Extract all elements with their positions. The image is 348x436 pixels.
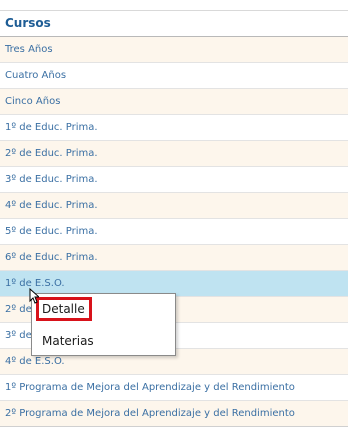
- mouse-pointer-icon: [29, 288, 39, 304]
- table-header: Cursos: [0, 11, 348, 37]
- table-row[interactable]: 3º de Educ. Prima.: [0, 167, 348, 193]
- top-divider: [0, 0, 348, 11]
- table-row[interactable]: 1º de Educ. Prima.: [0, 115, 348, 141]
- courses-table: Cursos Tres Años Cuatro Años Cinco Años …: [0, 0, 348, 427]
- table-row[interactable]: 6º de Educ. Prima.: [0, 245, 348, 271]
- table-row[interactable]: 2º Programa de Mejora del Aprendizaje y …: [0, 401, 348, 427]
- table-row[interactable]: 5º de Educ. Prima.: [0, 219, 348, 245]
- menu-item-detalle[interactable]: Detalle: [36, 297, 92, 321]
- table-row[interactable]: 1º Programa de Mejora del Aprendizaje y …: [0, 375, 348, 401]
- table-row[interactable]: 4º de Educ. Prima.: [0, 193, 348, 219]
- table-row[interactable]: Tres Años: [0, 37, 348, 63]
- table-row[interactable]: 2º de Educ. Prima.: [0, 141, 348, 167]
- table-row[interactable]: Cinco Años: [0, 89, 348, 115]
- menu-item-materias[interactable]: Materias: [42, 330, 94, 352]
- context-menu: Detalle Materias: [31, 293, 176, 356]
- table-row[interactable]: Cuatro Años: [0, 63, 348, 89]
